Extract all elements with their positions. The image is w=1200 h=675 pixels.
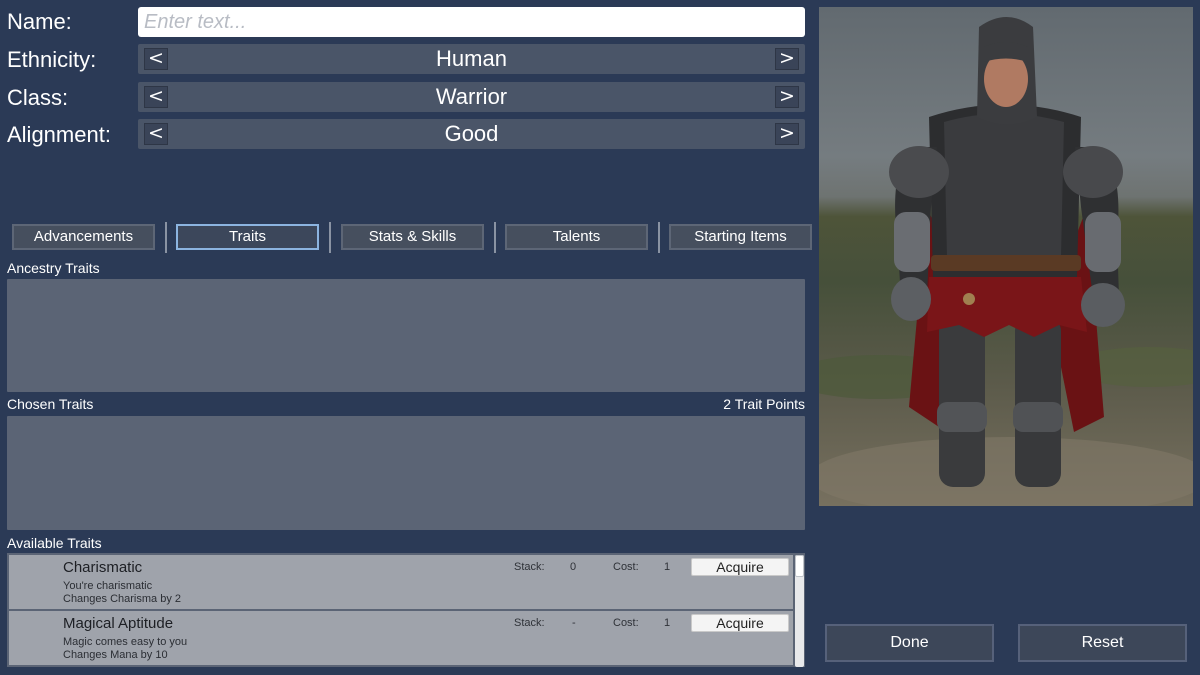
alignment-value: Good (444, 121, 499, 146)
cost-label: Cost: (613, 617, 639, 629)
tab-stats-skills[interactable]: Stats & Skills (341, 224, 484, 250)
character-preview[interactable] (819, 7, 1193, 506)
scrollbar-thumb[interactable] (795, 555, 804, 577)
alignment-next-button[interactable]: > (775, 123, 799, 145)
chosen-traits-label: Chosen Traits (7, 396, 94, 412)
ethnicity-value: Human (436, 46, 507, 71)
available-traits-label: Available Traits (7, 535, 102, 551)
available-traits-scrollbar[interactable] (795, 555, 804, 667)
reset-button[interactable]: Reset (1018, 624, 1187, 662)
trait-name: Magical Aptitude (63, 615, 174, 632)
ethnicity-prev-button[interactable]: < (144, 48, 168, 70)
ancestry-traits-label: Ancestry Traits (7, 260, 100, 276)
trait-description: Magic comes easy to you (63, 636, 188, 648)
trait-points-counter: 2 Trait Points (723, 396, 805, 412)
cost-label: Cost: (613, 561, 639, 573)
stack-label: Stack: (514, 561, 545, 573)
cost-value: 1 (664, 617, 671, 629)
available-traits-list: Charismatic You're charismatic Changes C… (7, 553, 805, 667)
ethnicity-selector: < Human > (138, 44, 805, 74)
trait-effect: Changes Mana by 10 (63, 649, 168, 661)
done-button[interactable]: Done (825, 624, 994, 662)
acquire-button-magical-aptitude[interactable]: Acquire (691, 614, 789, 632)
class-prev-button[interactable]: < (144, 86, 168, 108)
name-input[interactable] (138, 7, 805, 37)
trait-effect: Changes Charisma by 2 (63, 593, 182, 605)
trait-name: Charismatic (63, 559, 143, 576)
class-value: Warrior (435, 84, 508, 109)
stack-value: 0 (570, 561, 577, 573)
tab-talents[interactable]: Talents (505, 224, 648, 250)
class-selector: < Warrior > (138, 82, 805, 112)
ethnicity-label: Ethnicity: (7, 47, 97, 72)
tab-advancements[interactable]: Advancements (12, 224, 155, 250)
ethnicity-next-button[interactable]: > (775, 48, 799, 70)
alignment-label: Alignment: (7, 122, 111, 147)
warrior-model-image (819, 17, 1193, 506)
trait-description: You're charismatic (63, 580, 153, 592)
cost-value: 1 (664, 561, 671, 573)
chosen-traits-panel (7, 416, 805, 530)
acquire-button-charismatic[interactable]: Acquire (691, 558, 789, 576)
tab-starting-items[interactable]: Starting Items (669, 224, 812, 250)
tab-traits[interactable]: Traits (176, 224, 319, 250)
trait-row-charismatic: Charismatic You're charismatic Changes C… (9, 555, 793, 609)
ancestry-traits-panel (7, 279, 805, 392)
name-label: Name: (7, 9, 72, 34)
alignment-prev-button[interactable]: < (144, 123, 168, 145)
tab-divider (658, 222, 660, 253)
tab-divider (165, 222, 167, 253)
tab-divider (494, 222, 496, 253)
stack-value: - (572, 617, 576, 629)
tab-divider (329, 222, 331, 253)
alignment-selector: < Good > (138, 119, 805, 149)
class-label: Class: (7, 85, 69, 110)
class-next-button[interactable]: > (775, 86, 799, 108)
trait-row-magical-aptitude: Magical Aptitude Magic comes easy to you… (9, 611, 793, 665)
stack-label: Stack: (514, 617, 545, 629)
